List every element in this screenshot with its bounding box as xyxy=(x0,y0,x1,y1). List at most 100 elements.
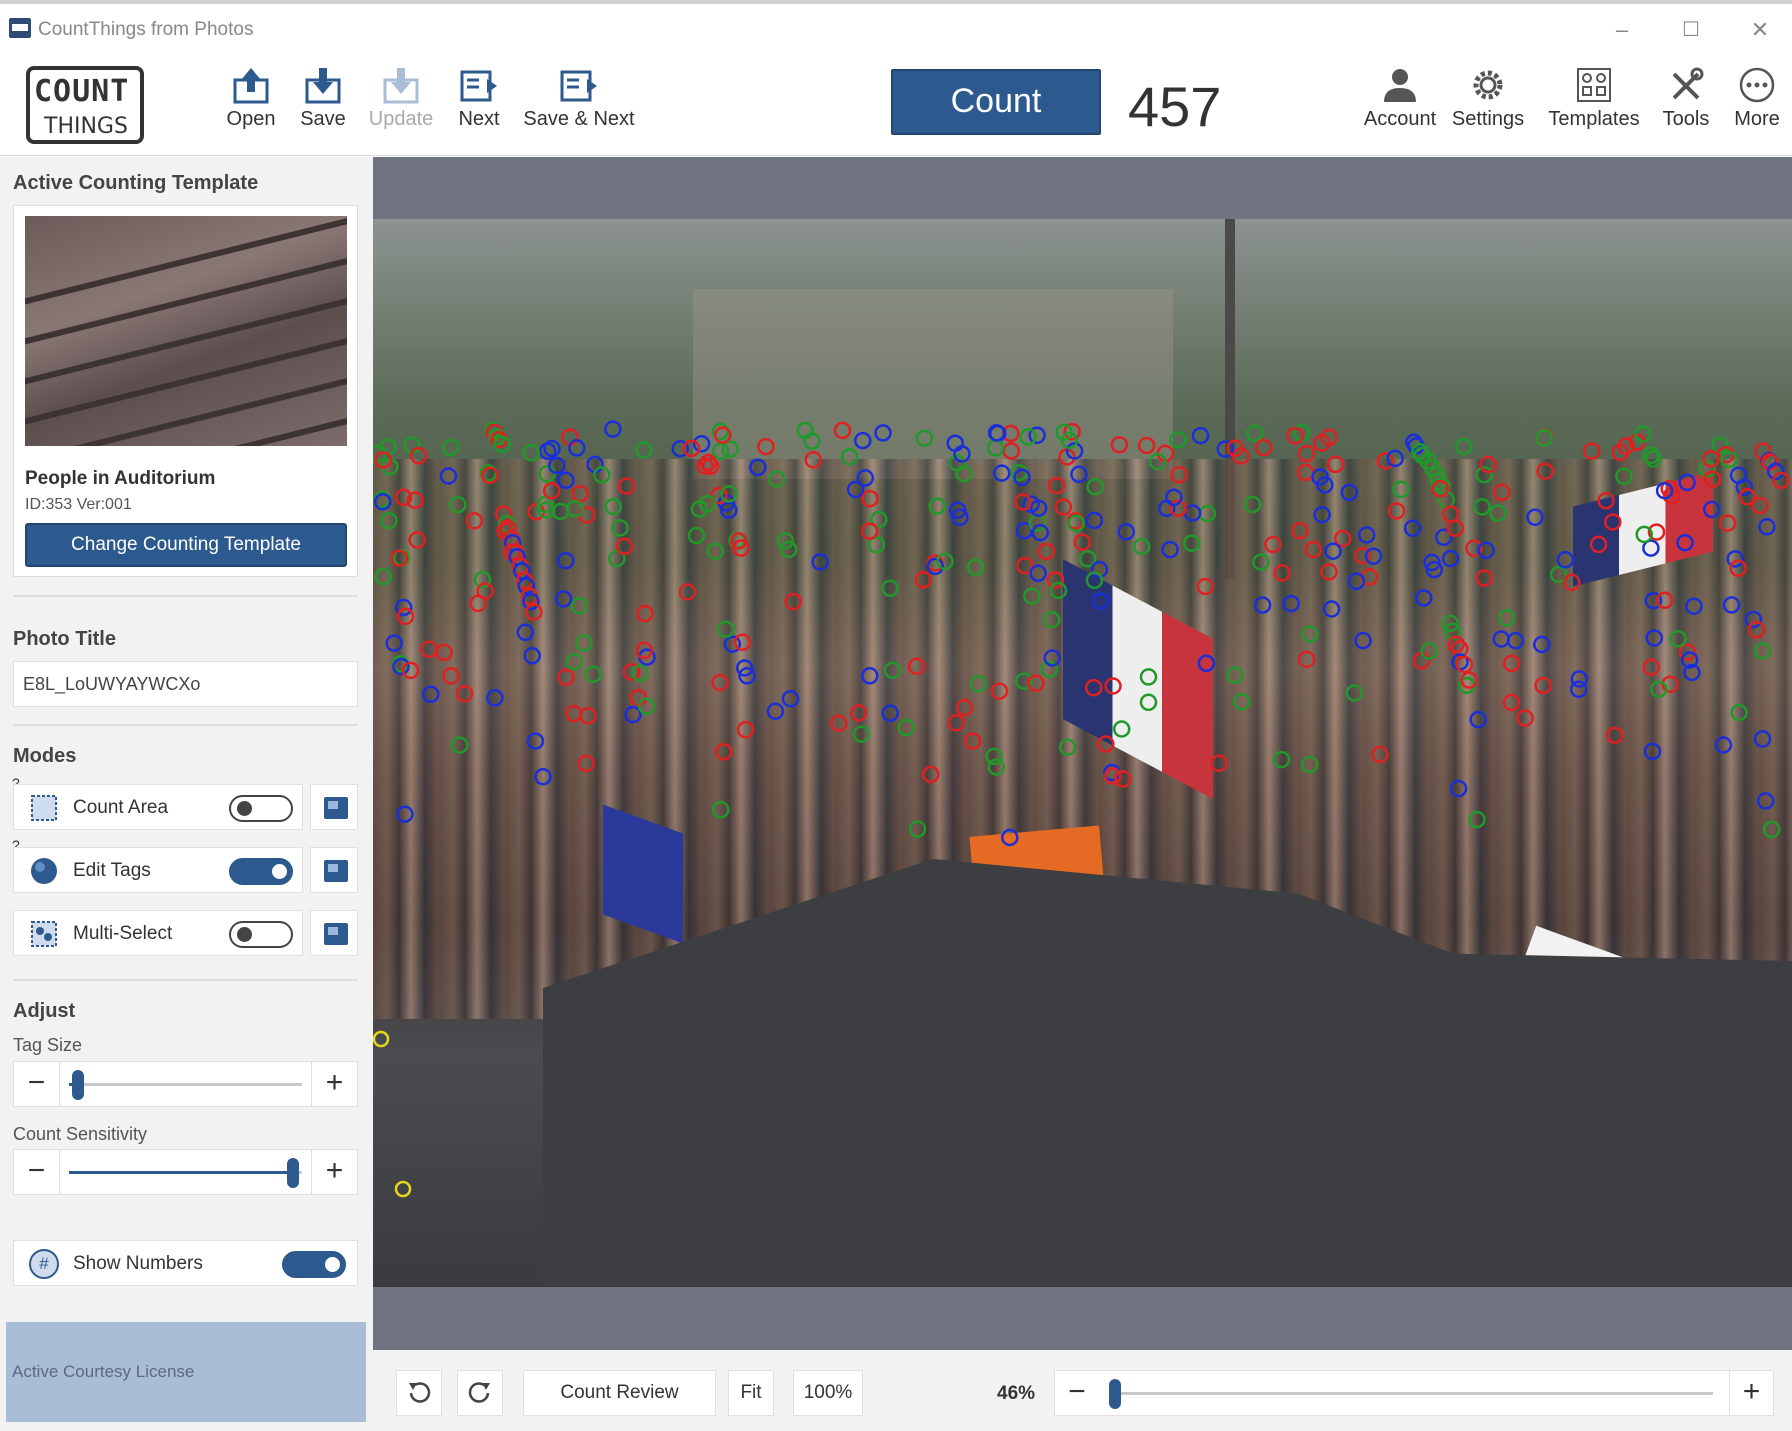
count-tag[interactable] xyxy=(1104,677,1122,695)
count-tag[interactable] xyxy=(1117,523,1135,541)
count-tag[interactable] xyxy=(955,698,974,717)
count-tag[interactable] xyxy=(928,497,946,515)
count-tag[interactable] xyxy=(1182,534,1201,552)
count-tag[interactable] xyxy=(1272,750,1291,769)
count-tag[interactable] xyxy=(1183,504,1202,522)
count-tag[interactable] xyxy=(385,634,403,652)
count-review-button[interactable]: Count Review xyxy=(523,1370,716,1416)
count-tag[interactable] xyxy=(526,732,545,750)
count-tag[interactable] xyxy=(1196,577,1215,596)
count-tag[interactable] xyxy=(678,583,697,601)
maximize-icon[interactable]: ☐ xyxy=(1676,16,1706,44)
count-tag[interactable] xyxy=(1730,703,1748,722)
count-tag[interactable] xyxy=(736,720,755,739)
count-tag[interactable] xyxy=(1502,693,1521,712)
show-numbers-toggle[interactable] xyxy=(282,1251,346,1278)
count-tag[interactable] xyxy=(1297,650,1316,669)
edit-tags-toggle[interactable] xyxy=(229,858,293,885)
multi-select-toggle[interactable] xyxy=(229,921,293,948)
count-tag[interactable] xyxy=(1232,693,1251,711)
count-tag[interactable] xyxy=(1191,426,1210,445)
count-tag[interactable] xyxy=(840,448,859,466)
count-tag[interactable] xyxy=(1047,476,1066,495)
count-tag[interactable] xyxy=(1563,573,1581,592)
count-tag[interactable] xyxy=(1273,564,1291,582)
count-tag[interactable] xyxy=(1253,596,1272,614)
count-tag[interactable] xyxy=(849,704,868,722)
count-tag[interactable] xyxy=(442,667,460,685)
count-tag[interactable] xyxy=(1643,742,1662,761)
count-tag[interactable] xyxy=(450,736,469,754)
count-tag[interactable] xyxy=(833,421,852,440)
count-tag[interactable] xyxy=(914,571,933,589)
count-tag[interactable] xyxy=(804,451,823,469)
count-tag[interactable] xyxy=(449,495,467,514)
count-tags-overlay[interactable] xyxy=(373,219,1792,1287)
count-tag[interactable] xyxy=(1556,551,1575,569)
count-tag[interactable] xyxy=(993,464,1011,482)
count-tag[interactable] xyxy=(1718,514,1737,532)
count-tag[interactable] xyxy=(1002,442,1021,460)
count-tag[interactable] xyxy=(721,440,739,458)
count-tag[interactable] xyxy=(1340,483,1359,502)
count-tag[interactable] xyxy=(1112,720,1131,738)
count-tag[interactable] xyxy=(1669,630,1687,648)
count-area-options-button[interactable] xyxy=(310,784,358,830)
count-tag[interactable] xyxy=(1031,523,1050,542)
count-tag[interactable] xyxy=(420,640,438,659)
count-tag[interactable] xyxy=(1252,553,1270,571)
count-tag[interactable] xyxy=(1403,519,1422,537)
count-tag[interactable] xyxy=(1685,597,1703,615)
sensitivity-increase-button[interactable]: + xyxy=(311,1150,357,1194)
count-tag[interactable] xyxy=(947,714,965,732)
count-tag[interactable] xyxy=(986,439,1005,457)
count-tag[interactable] xyxy=(1137,436,1156,455)
count-tag[interactable] xyxy=(1468,810,1486,829)
count-tag[interactable] xyxy=(781,689,800,708)
crowd-photo[interactable] xyxy=(373,219,1792,1287)
zoom-track[interactable] xyxy=(1109,1379,1713,1409)
count-tag[interactable] xyxy=(1169,431,1187,449)
count-tag[interactable] xyxy=(624,705,642,724)
zoom-out-button[interactable]: − xyxy=(1055,1371,1099,1415)
count-tag[interactable] xyxy=(523,647,541,665)
count-tag[interactable] xyxy=(577,754,595,773)
count-tag[interactable] xyxy=(1058,738,1077,757)
count-tag[interactable] xyxy=(881,579,899,598)
count-tag[interactable] xyxy=(967,558,985,576)
count-tag[interactable] xyxy=(1291,521,1309,540)
count-tag[interactable] xyxy=(435,643,453,662)
count-tag[interactable] xyxy=(631,664,649,682)
count-tag[interactable] xyxy=(784,592,803,611)
count-tag[interactable] xyxy=(566,499,584,518)
count-tag[interactable] xyxy=(556,551,575,570)
count-tag[interactable] xyxy=(1085,511,1104,530)
count-tag[interactable] xyxy=(990,682,1009,700)
multi-select-options-button[interactable] xyxy=(310,910,358,956)
count-tag[interactable] xyxy=(1506,631,1525,650)
count-tag[interactable] xyxy=(985,747,1003,766)
count-tag[interactable] xyxy=(846,480,865,499)
count-tag[interactable] xyxy=(768,470,786,488)
count-tag[interactable] xyxy=(711,801,730,819)
count-tag[interactable] xyxy=(1655,591,1674,610)
count-tag[interactable] xyxy=(1642,658,1661,676)
count-tag[interactable] xyxy=(615,537,634,556)
count-tag[interactable] xyxy=(1442,505,1460,523)
count-tag[interactable] xyxy=(551,502,570,521)
count-tag[interactable] xyxy=(636,604,654,623)
tag-size-increase-button[interactable]: + xyxy=(311,1062,357,1106)
count-tag[interactable] xyxy=(969,674,987,693)
count-tag[interactable] xyxy=(883,661,902,680)
more-button[interactable]: More xyxy=(1732,66,1782,131)
count-tag[interactable] xyxy=(811,553,829,571)
count-tag[interactable] xyxy=(1282,594,1300,613)
count-tag[interactable] xyxy=(1161,540,1179,559)
count-tag[interactable] xyxy=(604,497,622,516)
count-tag[interactable] xyxy=(1023,587,1041,605)
count-tag[interactable] xyxy=(1387,502,1406,520)
rotate-left-button[interactable] xyxy=(396,1370,442,1416)
count-tag[interactable] xyxy=(1243,495,1262,514)
count-tag[interactable] xyxy=(1720,450,1738,469)
count-tag[interactable] xyxy=(908,820,927,838)
